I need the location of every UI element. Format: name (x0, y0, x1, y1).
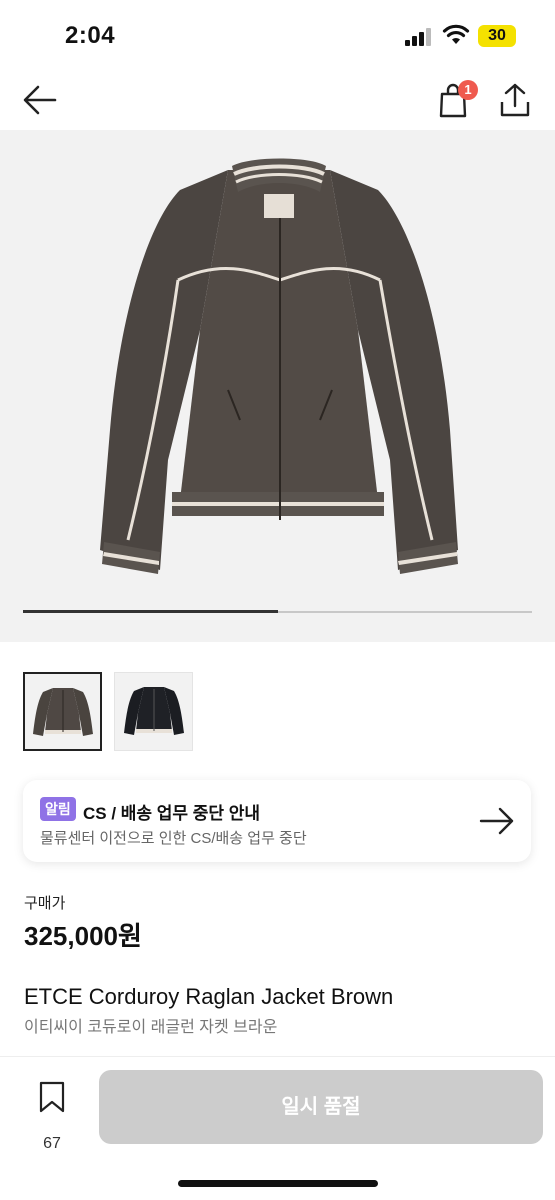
thumbnail-image (115, 673, 192, 750)
carousel-progress (23, 610, 532, 613)
notice-tag: 알림 (40, 797, 76, 821)
product-name: ETCE Corduroy Raglan Jacket Brown (24, 984, 394, 1009)
wifi-icon (442, 24, 470, 44)
status-time: 2:04 (65, 22, 116, 49)
bookmark-count: 67 (43, 1135, 61, 1152)
product-name-korean: 이티씨이 코듀로이 래글런 자켓 브라운 (24, 1019, 278, 1036)
bookmark-button[interactable]: 67 (33, 1079, 71, 1152)
bookmark-icon (39, 1081, 65, 1113)
notice-subtitle: 물류센터 이전으로 인한 CS/배송 업무 중단 (40, 830, 307, 847)
price-value: 325,000원 (24, 921, 142, 951)
thumbnail-image (25, 674, 100, 749)
status-bar: 2:04 30 (0, 0, 555, 72)
notice-title: CS / 배송 업무 중단 안내 (83, 804, 261, 823)
bottom-action-bar: 67 일시 품절 (0, 1056, 555, 1200)
thumbnail-black-jacket[interactable] (114, 672, 193, 751)
carousel-progress-fill (23, 610, 278, 613)
arrow-right-icon (479, 807, 514, 835)
battery-indicator: 30 (478, 25, 516, 47)
product-image-jacket (100, 158, 458, 574)
share-icon[interactable] (499, 82, 531, 118)
thumbnail-brown-jacket[interactable] (23, 672, 102, 751)
price-label: 구매가 (24, 895, 66, 912)
cart-count-badge: 1 (458, 80, 478, 100)
cellular-signal-icon (405, 28, 431, 46)
sold-out-button[interactable]: 일시 품절 (99, 1070, 543, 1144)
product-image-carousel[interactable] (0, 130, 555, 642)
notice-card[interactable]: 알림 CS / 배송 업무 중단 안내 물류센터 이전으로 인한 CS/배송 업… (23, 780, 531, 862)
arrow-left-icon[interactable] (22, 84, 58, 116)
home-indicator (178, 1180, 378, 1187)
